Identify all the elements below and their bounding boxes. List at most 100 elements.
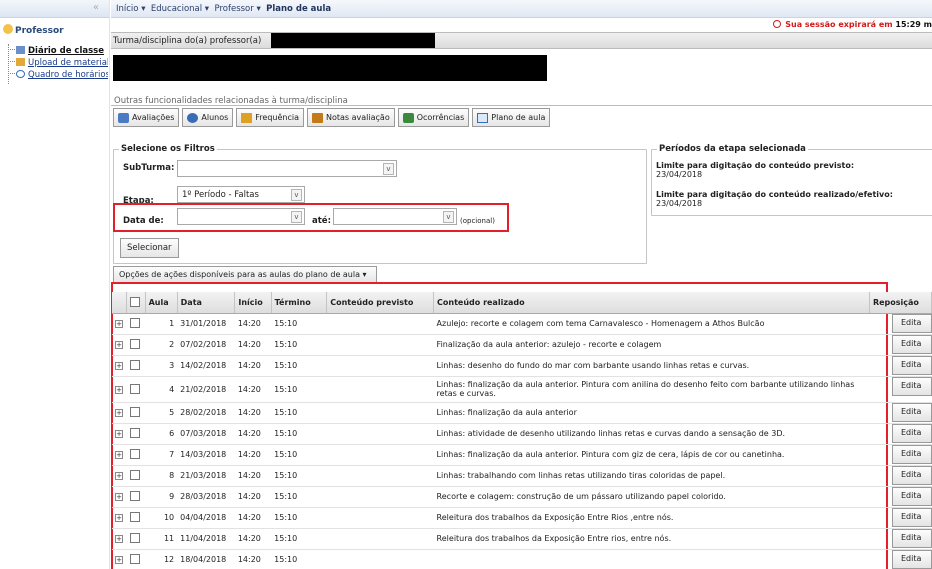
notas-avaliacao-button[interactable]: Notas avaliação [307, 108, 395, 127]
plano-icon [477, 112, 489, 123]
table-row[interactable]: +2 07/02/2018 14:20 15:10 Finalização da aul… [112, 334, 932, 356]
edit-button[interactable]: Edita [892, 487, 932, 506]
table-row[interactable]: +9 28/03/2018 14:20 15:10 Recorte e colagem:… [112, 486, 932, 508]
col-termino[interactable]: Término [271, 292, 328, 314]
limite-previsto: Limite para digitação do conteúdo previs… [656, 161, 876, 179]
breadcrumb-inicio[interactable]: Início [116, 4, 139, 14]
expand-icon[interactable]: + [115, 514, 123, 522]
ocorrencias-button[interactable]: Ocorrências [397, 108, 470, 127]
cell-data: 28/03/2018 [177, 486, 235, 508]
table-row[interactable]: +10 04/04/2018 14:20 15:10 Releitura dos tra… [112, 507, 932, 529]
select-cell [126, 334, 146, 356]
selecionar-button[interactable]: Selecionar [120, 238, 179, 258]
frequencia-button[interactable]: Frequência [236, 108, 304, 127]
col-aula[interactable]: Aula [145, 292, 178, 314]
cell-data: 11/04/2018 [177, 528, 235, 550]
alunos-icon [187, 112, 199, 123]
edit-button[interactable]: Edita [892, 529, 932, 548]
row-checkbox[interactable] [129, 491, 140, 501]
edit-button[interactable]: Edita [892, 377, 932, 396]
row-checkbox[interactable] [129, 533, 140, 543]
expand-icon[interactable]: + [115, 430, 123, 438]
select-cell [126, 549, 146, 569]
cell-realizado: Linhas: finalização da aula anterior [433, 402, 870, 424]
edit-button[interactable]: Edita [892, 335, 932, 354]
edit-button[interactable]: Edita [892, 356, 932, 375]
row-checkbox[interactable] [129, 318, 140, 328]
sidebar-item-label[interactable]: Quadro de horários [28, 70, 108, 80]
edit-button[interactable]: Edita [892, 403, 932, 422]
subturma-select[interactable]: v [177, 160, 397, 177]
cell-termino: 15:10 [271, 507, 327, 529]
row-checkbox[interactable] [129, 470, 140, 480]
expand-icon[interactable]: + [115, 320, 123, 328]
cell-realizado: Recorte e colagem: construção de um páss… [433, 486, 870, 508]
avaliacoes-button[interactable]: Avaliações [113, 108, 180, 127]
collapse-sidebar-icon[interactable]: « [93, 2, 99, 13]
expand-icon[interactable]: + [115, 362, 123, 370]
expand-icon[interactable]: + [115, 385, 123, 394]
sidebar-item-upload[interactable]: Upload de material [8, 58, 108, 68]
sidebar-item-diario[interactable]: Diário de classe [8, 46, 108, 56]
row-checkbox[interactable] [129, 339, 140, 349]
section-divider [111, 105, 932, 106]
expand-icon[interactable]: + [115, 556, 123, 564]
edit-button[interactable]: Edita [892, 550, 932, 569]
cell-data: 31/01/2018 [177, 313, 235, 335]
table-row[interactable]: +3 14/02/2018 14:20 15:10 Linhas: desenho do… [112, 355, 932, 377]
ate-select[interactable]: v [333, 208, 457, 225]
plano-de-aula-button[interactable]: Plano de aula [472, 108, 551, 127]
edit-button[interactable]: Edita [892, 466, 932, 485]
table-row[interactable]: +8 21/03/2018 14:20 15:10 Linhas: trabalhand… [112, 465, 932, 487]
sidebar-item-quadro[interactable]: Quadro de horários [8, 70, 108, 80]
expand-icon[interactable]: + [115, 535, 123, 543]
edit-button[interactable]: Edita [892, 445, 932, 464]
table-row[interactable]: +6 07/03/2018 14:20 15:10 Linhas: atividade … [112, 423, 932, 445]
acoes-dropdown-button[interactable]: Opções de ações disponíveis para as aula… [113, 266, 377, 283]
expand-icon[interactable]: + [115, 493, 123, 501]
row-checkbox[interactable] [129, 449, 140, 459]
sidebar-item-label[interactable]: Upload de material [28, 58, 108, 68]
edit-button[interactable]: Edita [892, 314, 932, 333]
row-checkbox[interactable] [129, 554, 140, 564]
limite-previsto-value: 23/04/2018 [656, 170, 703, 179]
col-inicio[interactable]: Início [234, 292, 272, 314]
cell-realizado: Linhas: trabalhando com linhas retas uti… [433, 465, 870, 487]
cell-previsto [326, 355, 434, 377]
row-checkbox[interactable] [129, 512, 140, 522]
table-row[interactable]: +7 14/03/2018 14:20 15:10 Linhas: finalizaçã… [112, 444, 932, 466]
col-realizado[interactable]: Conteúdo realizado [433, 292, 870, 314]
cell-aula: 12 [145, 549, 178, 569]
cell-data: 28/02/2018 [177, 402, 235, 424]
expand-icon[interactable]: + [115, 341, 123, 349]
expand-icon[interactable]: + [115, 409, 123, 417]
table-row[interactable]: +12 18/04/2018 14:20 15:10 [112, 549, 932, 569]
row-checkbox[interactable] [129, 428, 140, 438]
expand-cell: + [112, 549, 127, 569]
etapa-select[interactable]: 1º Período - Faltas v [177, 186, 305, 203]
row-checkbox[interactable] [129, 407, 140, 417]
select-cell [126, 355, 146, 377]
redacted-class-info [113, 55, 547, 81]
data-de-select[interactable]: v [177, 208, 305, 225]
select-all-checkbox[interactable] [130, 296, 141, 307]
table-row[interactable]: +1 31/01/2018 14:20 15:10 Azulejo: recorte e… [112, 313, 932, 335]
col-data[interactable]: Data [177, 292, 236, 314]
row-checkbox[interactable] [129, 383, 140, 394]
cell-aula: 6 [145, 423, 178, 445]
tree-root[interactable]: Professor [3, 24, 64, 36]
breadcrumb-professor[interactable]: Professor [214, 4, 253, 14]
table-row[interactable]: +4 21/02/2018 14:20 15:10 Linhas: finalizaçã… [112, 376, 932, 403]
table-row[interactable]: +5 28/02/2018 14:20 15:10 Linhas: finalizaçã… [112, 402, 932, 424]
row-checkbox[interactable] [129, 360, 140, 370]
col-previsto[interactable]: Conteúdo previsto [326, 292, 435, 314]
breadcrumb-educacional[interactable]: Educacional [151, 4, 202, 14]
cell-previsto [326, 465, 434, 487]
table-row[interactable]: +11 11/04/2018 14:20 15:10 Releitura dos tra… [112, 528, 932, 550]
edit-button[interactable]: Edita [892, 424, 932, 443]
expand-icon[interactable]: + [115, 451, 123, 459]
sidebar-item-label[interactable]: Diário de classe [28, 46, 104, 56]
expand-icon[interactable]: + [115, 472, 123, 480]
edit-button[interactable]: Edita [892, 508, 932, 527]
alunos-button[interactable]: Alunos [182, 108, 234, 127]
